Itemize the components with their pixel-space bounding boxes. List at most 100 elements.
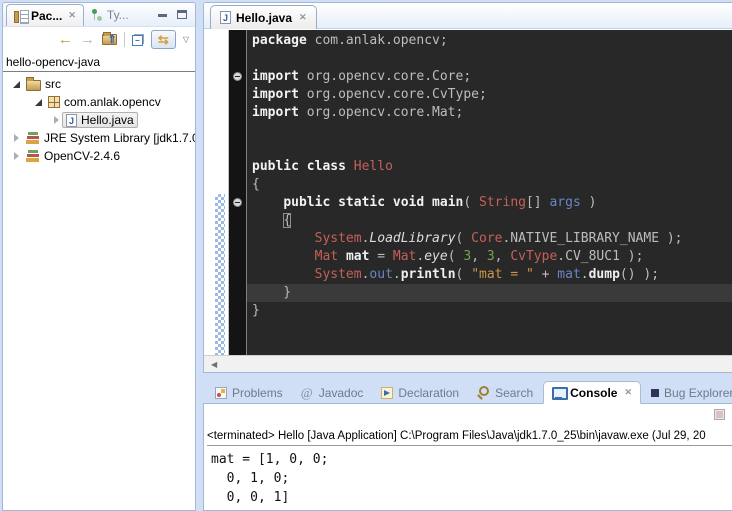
tab-label: Console: [570, 386, 617, 400]
terminate-button[interactable]: [714, 409, 725, 420]
tree-item-opencv-2-4-6[interactable]: OpenCV-2.4.6: [3, 147, 195, 165]
console-output-line: 0, 1, 0;: [211, 469, 732, 488]
minimize-icon[interactable]: [158, 14, 167, 17]
package-explorer-panel: Pac... ✕ Ty... ← → ⇆ ▽ hello-opencv-java s…: [2, 2, 196, 511]
close-icon[interactable]: ✕: [299, 12, 307, 23]
project-label[interactable]: hello-opencv-java: [3, 52, 195, 71]
tree-item-label: com.anlak.opencv: [64, 95, 161, 109]
tree-item-content: JRE System Library [jdk1.7.0: [22, 130, 196, 146]
chevron-collapsed-icon[interactable]: [11, 152, 22, 160]
console-output-line: 0, 0, 1]: [211, 488, 732, 507]
ctab-problems[interactable]: Problems: [207, 382, 291, 403]
javadoc-icon: [301, 386, 314, 399]
package-explorer-toolbar: ← → ⇆ ▽: [3, 27, 195, 52]
code-line: import org.opencv.core.Mat;: [252, 104, 732, 122]
code-editor[interactable]: package com.anlak.opencv; import org.open…: [204, 30, 732, 355]
package-explorer-tabstrip: Pac... ✕ Ty...: [3, 3, 195, 27]
link-arrows-icon: ⇆: [158, 33, 169, 46]
view-menu-icon[interactable]: ▽: [183, 35, 189, 44]
range-ruler: [204, 30, 228, 355]
code-line: }: [252, 302, 732, 320]
fold-marker-icon[interactable]: [233, 198, 242, 207]
close-icon[interactable]: ✕: [624, 387, 632, 398]
console-icon: [552, 387, 565, 399]
code-line: [252, 122, 732, 140]
tab-label: Problems: [232, 386, 283, 400]
view-window-buttons: [158, 10, 187, 19]
library-icon: [26, 132, 40, 144]
code-line: Mat mat = Mat.eye( 3, 3, CvType.CV_8UC1 …: [252, 248, 732, 266]
code-line: import org.opencv.core.Core;: [252, 68, 732, 86]
tab-label: Declaration: [398, 386, 459, 400]
tab-label: Pac...: [31, 9, 62, 23]
bug-icon: [651, 389, 659, 397]
editor-tabstrip: Hello.java ✕: [204, 3, 732, 29]
tab-label: Javadoc: [319, 386, 364, 400]
tree-item-label: src: [45, 77, 61, 91]
problems-icon: [215, 387, 227, 399]
tab-label: Bug Explorer: [664, 386, 732, 400]
declaration-icon: [381, 387, 393, 399]
collapse-all-icon[interactable]: [132, 34, 144, 46]
tree-item-src[interactable]: src: [3, 75, 195, 93]
project-tree: srccom.anlak.opencv Hello.java JRE System …: [3, 72, 195, 165]
library-icon: [26, 150, 40, 162]
code-line: {: [252, 212, 732, 230]
tree-item-content: Hello.java: [62, 112, 138, 128]
up-folder-icon[interactable]: [102, 34, 117, 45]
maximize-icon[interactable]: [177, 10, 187, 19]
editor-tab-label: Hello.java: [236, 11, 292, 25]
back-icon[interactable]: ←: [58, 32, 73, 47]
tab-label: Search: [495, 386, 533, 400]
code-line: [252, 140, 732, 158]
code-line: package com.anlak.opencv;: [252, 32, 732, 50]
tab-label: Ty...: [107, 8, 129, 22]
tree-item-content: OpenCV-2.4.6: [22, 148, 124, 164]
ctab-declaration[interactable]: Declaration: [373, 382, 467, 403]
fold-gutter: [228, 30, 246, 355]
console-panel: Problems Javadoc Declaration Search Console ✕…: [203, 381, 732, 511]
tree-item-label: OpenCV-2.4.6: [44, 149, 120, 163]
tree-item-jre-system-library-jdk1-7-0[interactable]: JRE System Library [jdk1.7.0: [3, 129, 195, 147]
chevron-expanded-icon[interactable]: [33, 99, 44, 106]
code-line: {: [252, 176, 732, 194]
package-icon: [48, 96, 60, 108]
type-hierarchy-icon: [91, 9, 103, 21]
ctab-console[interactable]: Console ✕: [543, 381, 641, 404]
toolbar-separator: [124, 32, 125, 47]
vtab-pac[interactable]: Pac... ✕: [6, 4, 84, 26]
horizontal-scrollbar[interactable]: ◀: [204, 355, 732, 372]
java-file-icon: [220, 11, 231, 24]
chevron-collapsed-icon[interactable]: [51, 116, 62, 124]
code-line: public static void main( String[] args ): [252, 194, 732, 212]
code-line: }: [252, 284, 732, 302]
tree-item-com-anlak-opencv[interactable]: com.anlak.opencv: [3, 93, 195, 111]
ctab-javadoc[interactable]: Javadoc: [293, 382, 372, 403]
editor-tab-hello-java[interactable]: Hello.java ✕: [210, 5, 317, 29]
editor-panel: Hello.java ✕ package com.anlak.opencv; im…: [203, 2, 732, 373]
code-area[interactable]: package com.anlak.opencv; import org.open…: [247, 30, 732, 355]
link-with-editor-button[interactable]: ⇆: [151, 30, 176, 49]
ctab-bug-explorer[interactable]: Bug Explorer: [643, 382, 732, 403]
tree-item-label: Hello.java: [81, 113, 134, 127]
scroll-left-icon[interactable]: ◀: [204, 360, 217, 369]
console-output-line: mat = [1, 0, 0;: [211, 450, 732, 469]
java-file-icon: [66, 114, 77, 127]
code-line: public class Hello: [252, 158, 732, 176]
code-line: System.out.println( "mat = " + mat.dump(…: [252, 266, 732, 284]
code-line: import org.opencv.core.CvType;: [252, 86, 732, 104]
vtab-ty[interactable]: Ty...: [84, 4, 136, 26]
ctab-search[interactable]: Search: [469, 382, 541, 403]
console-output: mat = [1, 0, 0; 0, 1, 0; 0, 0, 1]: [211, 450, 732, 507]
chevron-expanded-icon[interactable]: [11, 81, 22, 88]
tree-item-content: com.anlak.opencv: [44, 94, 165, 110]
chevron-collapsed-icon[interactable]: [11, 134, 22, 142]
forward-icon[interactable]: →: [80, 32, 95, 47]
tree-item-hello-java[interactable]: Hello.java: [3, 111, 195, 129]
package-folder-icon: [26, 80, 41, 91]
fold-marker-icon[interactable]: [233, 72, 242, 81]
close-icon[interactable]: ✕: [68, 10, 76, 21]
console-view: <terminated> Hello [Java Application] C:…: [203, 403, 732, 511]
search-icon: [477, 386, 490, 399]
tree-item-label: JRE System Library [jdk1.7.0: [44, 131, 196, 145]
